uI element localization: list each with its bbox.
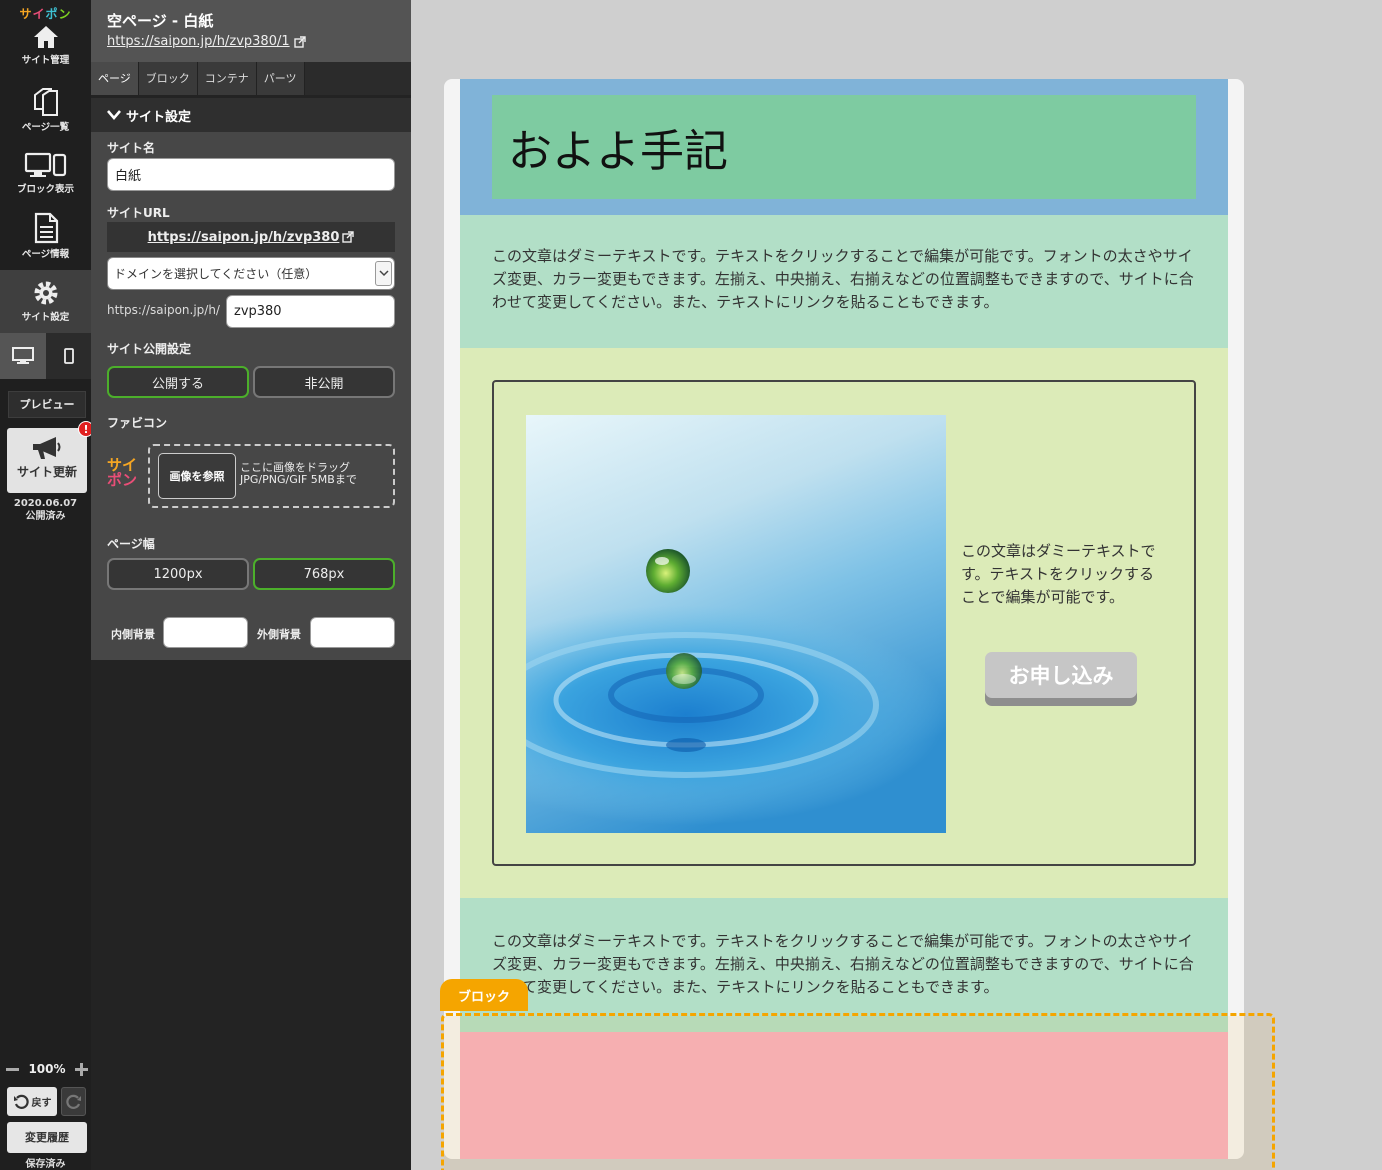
home-icon bbox=[33, 26, 58, 48]
redo-icon bbox=[65, 1094, 81, 1109]
favicon-drop-zone[interactable]: 画像を参照 ここに画像をドラッグ JPG/PNG/GIF 5MBまで bbox=[148, 444, 395, 508]
panel-header: 空ページ - 白紙 https://saipon.jp/h/zvp380/1 bbox=[91, 0, 411, 62]
page-width-label: ページ幅 bbox=[107, 537, 155, 551]
url-slug-input[interactable]: zvp380 bbox=[226, 295, 395, 328]
section-title: サイト設定 bbox=[126, 109, 192, 125]
favicon-label: ファビコン bbox=[107, 416, 168, 430]
favicon-preview: サイ ポン bbox=[107, 456, 138, 489]
panel-tabs: ページ ブロック コンテナ パーツ bbox=[91, 62, 411, 95]
apply-button[interactable]: お申し込み bbox=[985, 652, 1137, 706]
publish-status: 公開済み bbox=[25, 511, 66, 522]
chevron-down-icon bbox=[107, 110, 121, 120]
rail-item-label: サイト設定 bbox=[21, 312, 70, 323]
tab-block[interactable]: ブロック bbox=[138, 62, 198, 95]
update-date: 2020.06.07 bbox=[13, 498, 78, 509]
site-update-label: サイト更新 bbox=[16, 465, 77, 479]
body-text[interactable]: この文章はダミーテキストです。テキストをクリックすることで編集が可能です。フォン… bbox=[492, 245, 1198, 314]
page-url-link[interactable]: https://saipon.jp/h/zvp380/1 bbox=[107, 34, 306, 49]
tab-container[interactable]: コンテナ bbox=[197, 62, 257, 95]
url-prefix: https://saipon.jp/h/ bbox=[107, 303, 220, 317]
megaphone-icon bbox=[33, 437, 61, 459]
save-status: 保存済み bbox=[25, 1159, 66, 1170]
site-settings-form: サイト設定 サイト名 白紙 サイトURL https://saipon.jp/h… bbox=[91, 98, 411, 660]
width-1200-button[interactable]: 1200px bbox=[107, 558, 249, 590]
image-text-container: この文章はダミーテキストです。テキストをクリックすることで編集が可能です。 お申… bbox=[492, 380, 1196, 866]
tab-parts[interactable]: パーツ bbox=[256, 62, 305, 95]
domain-select[interactable]: ドメインを選択してください（任意） bbox=[107, 257, 395, 290]
header-block[interactable]: およよ手記 bbox=[460, 79, 1228, 215]
preview-button[interactable]: プレビュー bbox=[8, 391, 86, 418]
site-url-text: https://saipon.jp/h/zvp380 bbox=[147, 229, 340, 245]
body-text[interactable]: この文章はダミーテキストです。テキストをクリックすることで編集が可能です。フォン… bbox=[492, 930, 1198, 999]
block-tag[interactable]: ブロック bbox=[440, 979, 528, 1011]
zoom-out-button[interactable] bbox=[6, 1067, 19, 1071]
mobile-view-button[interactable] bbox=[46, 333, 92, 379]
preview-canvas: およよ手記 この文章はダミーテキストです。テキストをクリックすることで編集が可能… bbox=[411, 0, 1382, 1170]
settings-panel: 空ページ - 白紙 https://saipon.jp/h/zvp380/1 ペ… bbox=[91, 0, 411, 1170]
zoom-in-button[interactable] bbox=[74, 1062, 88, 1076]
page-content: およよ手記 この文章はダミーテキストです。テキストをクリックすることで編集が可能… bbox=[460, 79, 1228, 1159]
rail-item-site-management[interactable]: サイト管理 bbox=[0, 24, 91, 86]
outer-bg-color-picker[interactable] bbox=[310, 617, 395, 648]
change-history-button[interactable]: 変更履歴 bbox=[7, 1122, 87, 1153]
rail-item-site-settings[interactable]: サイト設定 bbox=[0, 270, 91, 333]
tab-page[interactable]: ページ bbox=[91, 62, 139, 95]
text-block[interactable]: この文章はダミーテキストです。テキストをクリックすることで編集が可能です。フォン… bbox=[460, 898, 1228, 1032]
width-768-button[interactable]: 768px bbox=[253, 558, 395, 590]
side-text[interactable]: この文章はダミーテキストです。テキストをクリックすることで編集が可能です。 bbox=[961, 540, 1161, 609]
pages-icon bbox=[33, 88, 58, 116]
undo-icon bbox=[13, 1094, 29, 1109]
domain-select-value: ドメインを選択してください（任意） bbox=[114, 267, 318, 281]
rail-item-label: ブロック表示 bbox=[16, 184, 74, 195]
outer-bg-label: 外側背景 bbox=[257, 628, 301, 641]
gear-icon bbox=[34, 281, 57, 305]
site-url-label: サイトURL bbox=[107, 206, 170, 220]
drop-hint: ここに画像をドラッグ JPG/PNG/GIF 5MBまで bbox=[240, 461, 357, 486]
left-rail: サイポン サイト管理 ページ一覧 ブロック表示 ページ情報 サイト設定 プレビュ… bbox=[0, 0, 94, 1170]
site-url-link[interactable]: https://saipon.jp/h/zvp380 bbox=[107, 222, 395, 252]
unpublish-button[interactable]: 非公開 bbox=[253, 366, 395, 398]
page-preview: およよ手記 この文章はダミーテキストです。テキストをクリックすることで編集が可能… bbox=[444, 79, 1244, 1159]
site-update-button[interactable]: サイト更新 ! bbox=[7, 421, 94, 493]
rail-item-label: ページ一覧 bbox=[21, 122, 70, 133]
desktop-icon bbox=[12, 347, 34, 364]
external-link-icon bbox=[293, 35, 306, 48]
publish-button[interactable]: 公開する bbox=[107, 366, 249, 398]
rail-item-label: サイト管理 bbox=[21, 55, 70, 66]
page-title: 空ページ - 白紙 bbox=[107, 12, 214, 30]
site-name-input[interactable]: 白紙 bbox=[107, 158, 395, 191]
selected-block-outline[interactable] bbox=[441, 1013, 1275, 1170]
external-link-icon bbox=[342, 231, 355, 243]
zoom-control: 100% bbox=[6, 1059, 88, 1079]
apply-button-label: お申し込み bbox=[985, 652, 1137, 698]
undo-button[interactable]: 戻す bbox=[7, 1087, 57, 1116]
update-status: 2020.06.07 公開済み bbox=[0, 497, 91, 523]
site-settings-section-toggle[interactable]: サイト設定 bbox=[91, 98, 411, 132]
chevron-down-icon bbox=[375, 261, 392, 286]
page-url-text: https://saipon.jp/h/zvp380/1 bbox=[107, 34, 290, 49]
redo-button[interactable] bbox=[61, 1087, 86, 1116]
site-name-label: サイト名 bbox=[107, 141, 156, 155]
brand-logo: サイポン bbox=[19, 7, 72, 21]
devices-icon bbox=[24, 152, 66, 177]
inner-bg-label: 内側背景 bbox=[111, 628, 155, 641]
text-block[interactable]: この文章はダミーテキストです。テキストをクリックすることで編集が可能です。フォン… bbox=[460, 215, 1228, 348]
rail-item-block-view[interactable]: ブロック表示 bbox=[0, 151, 91, 213]
device-toggle bbox=[0, 333, 92, 379]
image-text-block[interactable]: この文章はダミーテキストです。テキストをクリックすることで編集が可能です。 お申… bbox=[460, 348, 1228, 898]
publish-settings-label: サイト公開設定 bbox=[107, 342, 192, 356]
water-drop-image[interactable] bbox=[526, 415, 946, 833]
inner-bg-color-picker[interactable] bbox=[163, 617, 248, 648]
mobile-icon bbox=[64, 348, 74, 364]
browse-image-button[interactable]: 画像を参照 bbox=[158, 453, 236, 499]
document-icon bbox=[34, 212, 58, 244]
desktop-view-button[interactable] bbox=[0, 333, 46, 379]
rail-item-page-info[interactable]: ページ情報 bbox=[0, 212, 91, 274]
zoom-level: 100% bbox=[28, 1062, 66, 1076]
rail-item-label: ページ情報 bbox=[21, 249, 70, 260]
site-heading[interactable]: およよ手記 bbox=[492, 95, 1196, 199]
rail-item-page-list[interactable]: ページ一覧 bbox=[0, 87, 91, 149]
undo-label: 戻す bbox=[31, 1098, 52, 1109]
